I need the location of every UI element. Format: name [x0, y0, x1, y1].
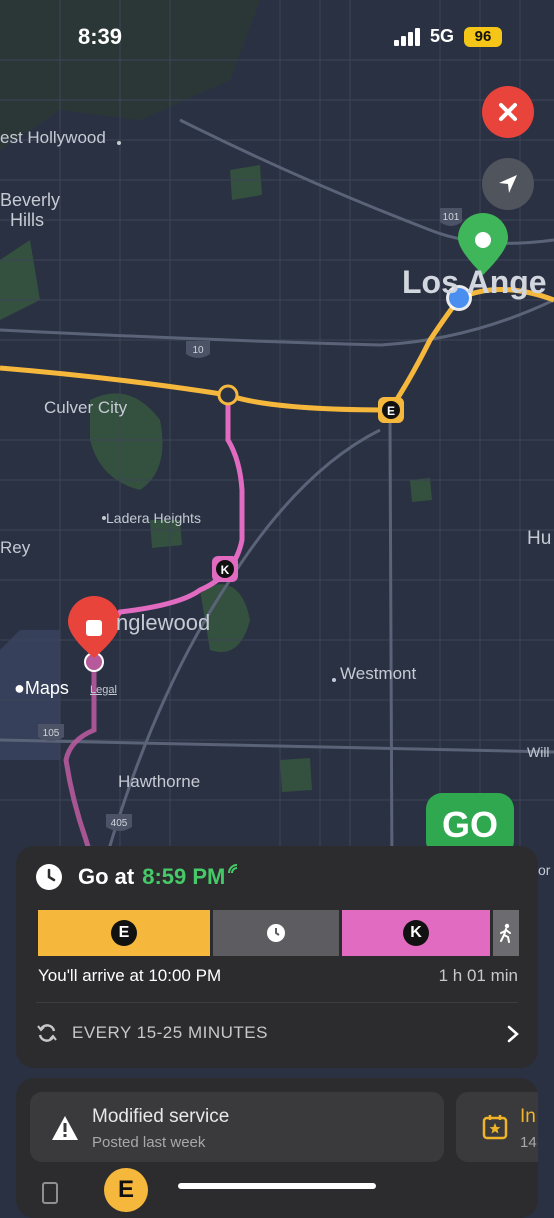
frequency-label: EVERY 15-25 MINUTES [72, 1023, 268, 1042]
modified-service-alert[interactable]: Modified service Posted last week [30, 1092, 444, 1162]
segment-k-line: K [342, 910, 490, 956]
departure-row: Go at 8:59 PM [36, 864, 241, 890]
segment-wait [213, 910, 339, 956]
segment-e-line: E [38, 910, 210, 956]
refresh-cycle-icon [37, 1024, 57, 1042]
apple-maps-logo: ●Maps [14, 678, 69, 699]
network-type: 5G [430, 26, 455, 46]
map-label-hills: Hills [10, 210, 44, 230]
status-time: 8:39 [78, 24, 123, 49]
svg-text:105: 105 [43, 728, 60, 739]
calendar-star-icon [482, 1115, 508, 1140]
service-alerts-card: Modified service Posted last week In 14 … [16, 1078, 538, 1218]
map-label-or: or [538, 862, 551, 878]
second-alert-subtitle: 14 [520, 1134, 537, 1151]
departure-time: 8:59 PM [142, 864, 226, 889]
battery-icon: 96 [464, 27, 502, 47]
trip-summary-card[interactable]: Go at 8:59 PM E K You'll arrive at 10:00… [16, 846, 538, 1068]
realtime-signal-icon [228, 864, 238, 874]
transit-vehicle-icon [42, 1182, 58, 1204]
map-label-hawthorne: Hawthorne [118, 772, 201, 791]
home-indicator[interactable] [178, 1183, 376, 1189]
alert-subtitle: Posted last week [92, 1134, 206, 1151]
map-label-will: Will [527, 744, 550, 760]
cellular-signal-icon [394, 28, 420, 46]
clock-icon [267, 924, 285, 942]
legal-link[interactable]: Legal [90, 684, 117, 696]
second-alert-title: In [520, 1106, 536, 1127]
frequency-row[interactable]: EVERY 15-25 MINUTES [36, 1022, 268, 1044]
map-label-west-hollywood: est Hollywood [0, 128, 106, 147]
shield-105: 105 [38, 724, 64, 741]
transfer-station-marker[interactable] [217, 384, 239, 406]
shield-101: 101 [440, 208, 462, 226]
svg-text:10: 10 [192, 345, 204, 356]
recenter-location-button[interactable] [482, 158, 534, 210]
trip-duration: 1 h 01 min [438, 966, 518, 985]
map-label-ladera-heights: Ladera Heights [106, 510, 201, 526]
clock-icon [36, 864, 62, 890]
map-label-culver-city: Culver City [44, 398, 128, 417]
status-bar: 8:39 5G 96 [0, 0, 554, 70]
apple-icon: ● [14, 678, 25, 698]
svg-text:101: 101 [443, 212, 460, 223]
second-alert-tile[interactable]: In 14 [456, 1092, 538, 1162]
walk-icon [500, 923, 511, 943]
e-line-map-badge-label: E [387, 404, 395, 418]
divider [36, 1002, 518, 1003]
map-label-los-angeles: Los Ange [402, 264, 547, 300]
e-line-badge: E [111, 920, 137, 946]
map-label-inglewood: nglewood [116, 610, 211, 635]
close-button[interactable] [482, 86, 534, 138]
map-label-westmont: Westmont [340, 664, 417, 683]
arrival-time: You'll arrive at 10:00 PM [38, 966, 222, 985]
map-label-hu: Hu [527, 528, 552, 549]
map-label-rey: Rey [0, 538, 31, 557]
map-label-beverly: Beverly [0, 190, 61, 210]
warning-icon [52, 1116, 78, 1140]
chevron-right-icon[interactable] [506, 1024, 520, 1044]
location-arrow-icon [499, 175, 517, 193]
shield-10: 10 [186, 341, 210, 358]
k-line-map-badge-label: K [221, 563, 230, 577]
shield-405: 405 [106, 814, 132, 831]
k-line-badge: K [403, 920, 429, 946]
segment-walk [493, 910, 519, 956]
trip-segments-bar: E K [38, 910, 522, 956]
alert-title: Modified service [92, 1106, 230, 1127]
e-line-route-badge[interactable]: E [104, 1168, 148, 1212]
close-icon [499, 103, 517, 121]
go-at-label: Go at [78, 864, 135, 889]
maps-logo-label: Maps [24, 678, 69, 698]
svg-text:405: 405 [111, 818, 128, 829]
